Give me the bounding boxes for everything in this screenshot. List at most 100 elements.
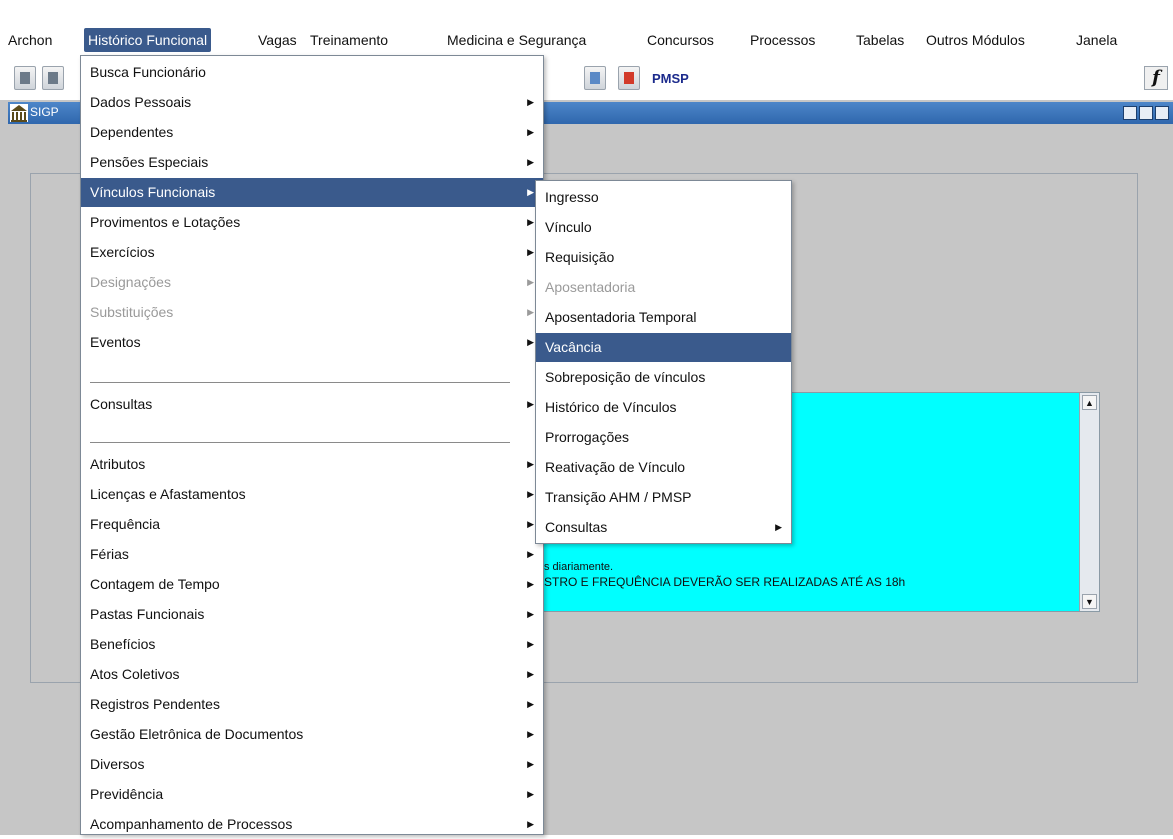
menu-item-dependentes[interactable]: Dependentes ▶ xyxy=(81,118,543,147)
menu-historico-funcional[interactable]: Histórico Funcional xyxy=(84,28,212,52)
menu-item-licencas-afastamentos[interactable]: Licenças e Afastamentos ▶ xyxy=(81,480,543,509)
minimize-button[interactable] xyxy=(1123,106,1137,120)
notice-line-1: s diariamente. xyxy=(544,561,614,573)
menu-item-label: Aposentadoria Temporal xyxy=(545,309,697,325)
maximize-button[interactable] xyxy=(1139,106,1153,120)
menu-item-label: Transição AHM / PMSP xyxy=(545,489,692,505)
submenu-arrow-icon: ▶ xyxy=(527,247,534,257)
menu-tabelas[interactable]: Tabelas xyxy=(852,28,908,52)
submenu-item-aposentadoria: Aposentadoria xyxy=(536,273,791,302)
submenu-item-prorrogacoes[interactable]: Prorrogações xyxy=(536,423,791,452)
scroll-up-icon[interactable]: ▲ xyxy=(1082,395,1097,410)
submenu-arrow-icon: ▶ xyxy=(527,399,534,409)
submenu-item-aposentadoria-temporal[interactable]: Aposentadoria Temporal xyxy=(536,303,791,332)
submenu-item-vinculo[interactable]: Vínculo xyxy=(536,213,791,242)
menu-item-label: Gestão Eletrônica de Documentos xyxy=(90,726,304,742)
menu-item-registros-pendentes[interactable]: Registros Pendentes ▶ xyxy=(81,690,543,719)
switch-icon xyxy=(624,72,634,84)
menu-processos[interactable]: Processos xyxy=(746,28,819,52)
function-button[interactable]: f xyxy=(1144,66,1168,90)
submenu-arrow-icon: ▶ xyxy=(527,549,534,559)
menu-janela[interactable]: Janela xyxy=(1072,28,1121,52)
menu-item-label: Férias xyxy=(90,546,129,562)
trash-icon xyxy=(48,72,58,84)
menu-item-pastas-funcionais[interactable]: Pastas Funcionais ▶ xyxy=(81,600,543,629)
menu-item-pensoes-especiais[interactable]: Pensões Especiais ▶ xyxy=(81,148,543,177)
submenu-arrow-icon: ▶ xyxy=(527,127,534,137)
submenu-arrow-icon: ▶ xyxy=(527,609,534,619)
menu-item-substituicoes: Substituições ▶ xyxy=(81,298,543,327)
menu-item-label: Substituições xyxy=(90,304,174,320)
menu-medicina-seguranca[interactable]: Medicina e Segurança xyxy=(443,28,590,52)
submenu-arrow-icon: ▶ xyxy=(527,699,534,709)
close-button[interactable] xyxy=(1155,106,1169,120)
menu-item-gestao-eletronica-documentos[interactable]: Gestão Eletrônica de Documentos ▶ xyxy=(81,720,543,749)
menu-item-label: Atributos xyxy=(90,456,146,472)
menu-item-label: Aposentadoria xyxy=(545,279,636,295)
window-title: SIGP xyxy=(30,105,59,119)
menu-item-label: Prorrogações xyxy=(545,429,630,445)
menu-item-label: Licenças e Afastamentos xyxy=(90,486,246,502)
menu-item-atributos[interactable]: Atributos ▶ xyxy=(81,450,543,479)
menu-item-frequencia[interactable]: Frequência ▶ xyxy=(81,510,543,539)
menu-item-label: Vacância xyxy=(545,339,602,355)
menu-item-provimentos-lotacoes[interactable]: Provimentos e Lotações ▶ xyxy=(81,208,543,237)
submenu-arrow-icon: ▶ xyxy=(527,669,534,679)
submenu-item-consultas[interactable]: Consultas ▶ xyxy=(536,513,791,542)
submenu-arrow-icon: ▶ xyxy=(527,277,534,287)
menu-vagas[interactable]: Vagas xyxy=(254,28,301,52)
menu-item-designacoes: Designações ▶ xyxy=(81,268,543,297)
menu-item-contagem-tempo[interactable]: Contagem de Tempo ▶ xyxy=(81,570,543,599)
menu-item-diversos[interactable]: Diversos ▶ xyxy=(81,750,543,779)
submenu-arrow-icon: ▶ xyxy=(527,97,534,107)
menu-item-consultas[interactable]: Consultas ▶ xyxy=(81,390,543,419)
menu-item-atos-coletivos[interactable]: Atos Coletivos ▶ xyxy=(81,660,543,689)
menu-item-ferias[interactable]: Férias ▶ xyxy=(81,540,543,569)
vinculos-funcionais-submenu: Ingresso Vínculo Requisição Aposentadori… xyxy=(535,180,792,544)
submenu-item-transicao-ahm-pmsp[interactable]: Transição AHM / PMSP xyxy=(536,483,791,512)
submenu-arrow-icon: ▶ xyxy=(527,157,534,167)
menu-item-label: Consultas xyxy=(90,396,153,412)
building-icon xyxy=(10,104,28,122)
menu-item-beneficios[interactable]: Benefícios ▶ xyxy=(81,630,543,659)
menu-item-label: Reativação de Vínculo xyxy=(545,459,686,475)
save-button[interactable] xyxy=(14,66,36,90)
menu-item-busca-funcionario[interactable]: Busca Funcionário xyxy=(81,58,543,87)
submenu-item-historico-vinculos[interactable]: Histórico de Vínculos xyxy=(536,393,791,422)
submenu-item-ingresso[interactable]: Ingresso xyxy=(536,183,791,212)
menu-item-dados-pessoais[interactable]: Dados Pessoais ▶ xyxy=(81,88,543,117)
submenu-item-vacancia[interactable]: Vacância xyxy=(536,333,791,362)
menu-item-label: Consultas xyxy=(545,519,608,535)
delete-button[interactable] xyxy=(42,66,64,90)
menu-item-label: Vínculos Funcionais xyxy=(90,184,216,200)
submenu-arrow-icon: ▶ xyxy=(527,729,534,739)
scroll-down-icon[interactable]: ▼ xyxy=(1082,594,1097,609)
menu-concursos[interactable]: Concursos xyxy=(643,28,718,52)
historico-funcional-menu: Busca Funcionário Dados Pessoais ▶ Depend… xyxy=(80,55,544,835)
report-icon xyxy=(590,72,600,84)
submenu-item-requisicao[interactable]: Requisição xyxy=(536,243,791,272)
submenu-item-reativacao-vinculo[interactable]: Reativação de Vínculo xyxy=(536,453,791,482)
notice-scrollbar[interactable]: ▲ ▼ xyxy=(1079,393,1099,611)
menu-item-label: Ingresso xyxy=(545,189,599,205)
menu-item-label: Pastas Funcionais xyxy=(90,606,205,622)
menu-archon[interactable]: Archon xyxy=(4,28,56,52)
menu-item-label: Exercícios xyxy=(90,244,155,260)
menu-item-label: Busca Funcionário xyxy=(90,64,206,80)
menu-item-eventos[interactable]: Eventos ▶ xyxy=(81,328,543,357)
menu-treinamento[interactable]: Treinamento xyxy=(306,28,392,52)
menu-item-label: Dados Pessoais xyxy=(90,94,192,110)
menu-item-label: Dependentes xyxy=(90,124,174,140)
submenu-item-sobreposicao-vinculos[interactable]: Sobreposição de vínculos xyxy=(536,363,791,392)
menu-item-previdencia[interactable]: Previdência ▶ xyxy=(81,780,543,809)
submenu-arrow-icon: ▶ xyxy=(527,519,534,529)
submenu-arrow-icon: ▶ xyxy=(527,459,534,469)
menu-outros-modulos[interactable]: Outros Módulos xyxy=(922,28,1029,52)
menu-item-label: Designações xyxy=(90,274,171,290)
menu-item-label: Sobreposição de vínculos xyxy=(545,369,706,385)
report-button[interactable] xyxy=(584,66,606,90)
switch-context-button[interactable] xyxy=(618,66,640,90)
menu-item-vinculos-funcionais[interactable]: Vínculos Funcionais ▶ xyxy=(81,178,543,207)
menu-item-label: Diversos xyxy=(90,756,145,772)
menu-item-exercicios[interactable]: Exercícios ▶ xyxy=(81,238,543,267)
